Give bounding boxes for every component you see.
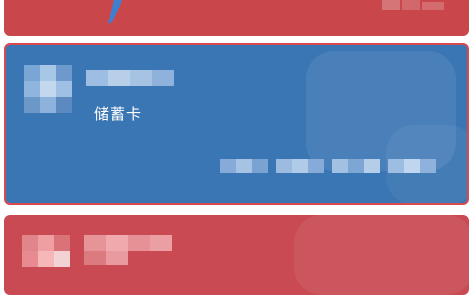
card-type-label: 储蓄卡 (94, 105, 143, 123)
bank-card-red-top[interactable] (4, 0, 469, 36)
arrow-icon (108, 0, 122, 24)
bank-card-red-bottom[interactable] (4, 215, 469, 295)
bank-card-debit[interactable]: 储蓄卡 (4, 43, 469, 205)
card-watermark (294, 215, 469, 295)
